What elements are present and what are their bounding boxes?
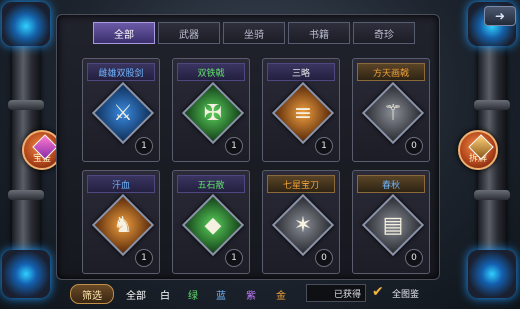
checkmark-icon[interactable]: ✔ [372,284,388,300]
item-card[interactable]: 七星宝刀 ✶ 0 [262,170,340,274]
filter-button[interactable]: 筛选 [70,284,114,304]
halberd-icon: ✠ [203,100,223,126]
item-name: 方天画戟 [357,63,425,81]
filter-option-gold[interactable]: 金 [276,287,286,302]
tab-weapons[interactable]: 武器 [158,22,220,44]
filter-option-all[interactable]: 全部 [126,287,146,302]
category-tabs: 全部 武器 坐骑 书籍 奇珍 [93,22,418,46]
item-card[interactable]: 双铁戟 ✠ 1 [172,58,250,162]
filter-option-green[interactable]: 绿 [188,287,198,302]
dragon-claw-icon [468,250,516,298]
filter-option-blue[interactable]: 蓝 [216,287,226,302]
crossed-swords-icon: ⚔ [113,100,133,126]
item-count: 1 [135,249,153,267]
item-name: 春秋 [357,175,425,193]
dragon-claw-icon [2,250,50,298]
dismantle-button[interactable]: 拆解 [458,130,498,170]
filter-option-purple[interactable]: 紫 [246,287,256,302]
item-count: 1 [225,137,243,155]
warhorse-icon: ♞ [113,212,133,238]
item-name: 雌雄双股剑 [87,63,155,81]
arrow-right-icon: ➜ [494,9,506,23]
item-card[interactable]: 五石散 ◆ 1 [172,170,250,274]
item-count: 0 [315,249,333,267]
trident-icon: ⚚ [383,100,403,126]
item-count: 0 [405,249,423,267]
item-count: 1 [315,137,333,155]
tab-mounts[interactable]: 坐骑 [223,22,285,44]
tab-all[interactable]: 全部 [93,22,155,44]
tab-treasures[interactable]: 奇珍 [353,22,415,44]
item-name: 七星宝刀 [267,175,335,193]
item-card[interactable]: 汗血 ♞ 1 [82,170,160,274]
star-blade-icon: ✶ [293,212,313,238]
scroll-icon: ≡ [293,100,313,126]
item-card[interactable]: 方天画戟 ⚚ 0 [352,58,430,162]
item-count: 1 [225,249,243,267]
item-name: 三略 [267,63,335,81]
dragon-head-icon [2,2,50,46]
tab-books[interactable]: 书籍 [288,22,350,44]
item-card[interactable]: 雌雄双股剑 ⚔ 1 [82,58,160,162]
item-name: 双铁戟 [177,63,245,81]
powder-icon: ◆ [204,212,222,238]
next-arrow-button[interactable]: ➜ [484,6,516,26]
item-card[interactable]: 三略 ≡ 1 [262,58,340,162]
obtained-filter[interactable]: 已获得 [306,284,366,302]
item-count: 1 [135,137,153,155]
filter-option-white[interactable]: 白 [160,287,170,302]
item-name: 五石散 [177,175,245,193]
book-icon: ▤ [382,212,404,238]
item-card[interactable]: 春秋 ▤ 0 [352,170,430,274]
filter-bar: 筛选 全部 白 绿 蓝 紫 金 已获得 ✔ 全图鉴 [70,284,430,304]
all-collection-label[interactable]: 全图鉴 [392,287,419,300]
item-count: 0 [405,137,423,155]
item-name: 汗血 [87,175,155,193]
